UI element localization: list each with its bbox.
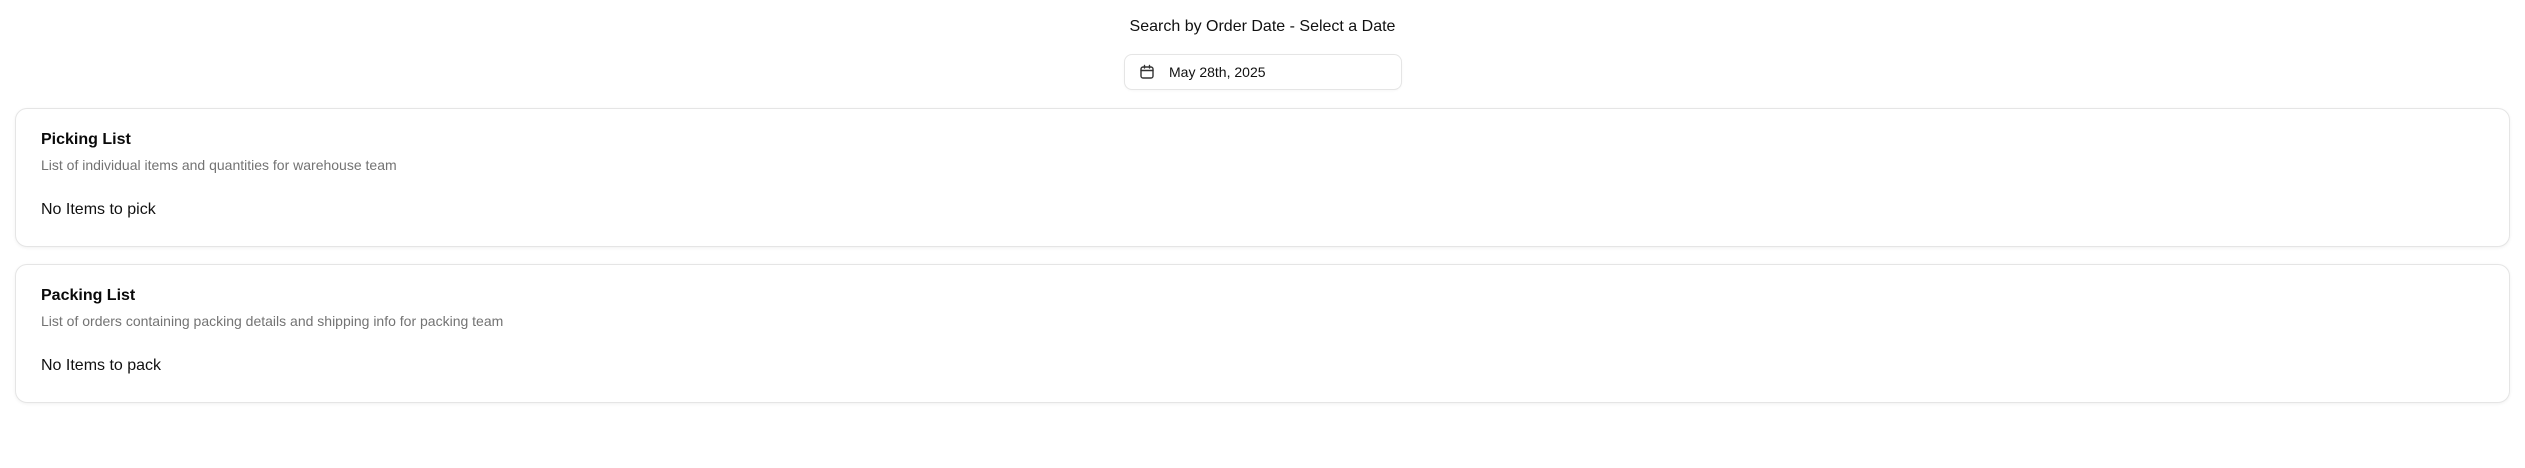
picking-list-description: List of individual items and quantities … <box>41 157 397 173</box>
packing-list-card: Packing List List of orders containing p… <box>15 264 2510 403</box>
calendar-icon <box>1139 64 1155 80</box>
packing-list-empty-state: No Items to pack <box>41 357 162 374</box>
date-picker-button[interactable]: May 28th, 2025 <box>1124 54 1402 90</box>
picking-list-empty-state: No Items to pick <box>41 201 156 218</box>
packing-list-description: List of orders containing packing detail… <box>41 313 504 329</box>
selected-date: May 28th, 2025 <box>1169 64 1266 80</box>
page: Search by Order Date - Select a Date May… <box>0 0 2525 468</box>
search-title: Search by Order Date - Select a Date <box>1129 18 1396 35</box>
packing-list-title: Packing List <box>41 287 136 304</box>
picking-list-title: Picking List <box>41 131 131 148</box>
picking-list-card: Picking List List of individual items an… <box>15 108 2510 247</box>
